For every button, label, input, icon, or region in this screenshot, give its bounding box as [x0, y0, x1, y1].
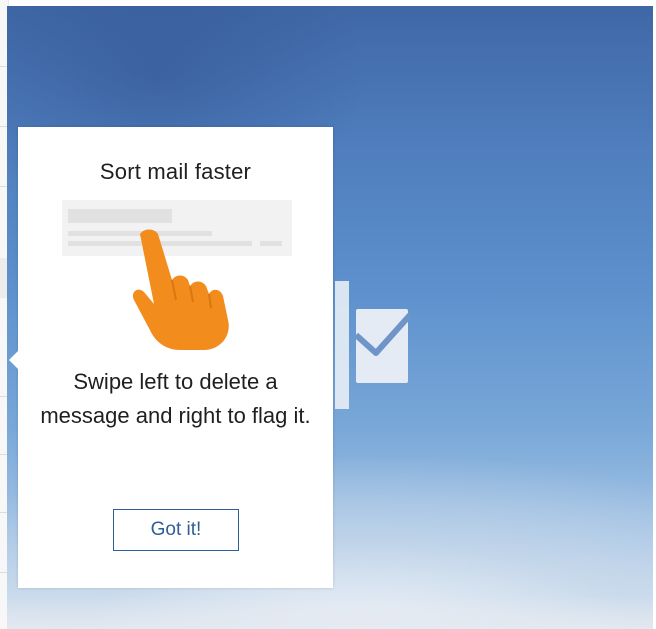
background-panel: [335, 281, 349, 409]
popup-title: Sort mail faster: [99, 159, 252, 184]
mail-envelope-icon: [354, 309, 410, 383]
popup-pointer: [9, 351, 18, 369]
background-horizon: [7, 596, 653, 629]
mail-app-window: Sort mail faster Swipe left to delete a …: [0, 0, 656, 629]
swipe-hand-icon: [62, 200, 292, 350]
got-it-button[interactable]: Got it!: [113, 509, 239, 551]
popup-body-text: Swipe left to delete a message and right…: [40, 369, 311, 428]
tip-popup: Sort mail faster Swipe left to delete a …: [9, 127, 333, 588]
